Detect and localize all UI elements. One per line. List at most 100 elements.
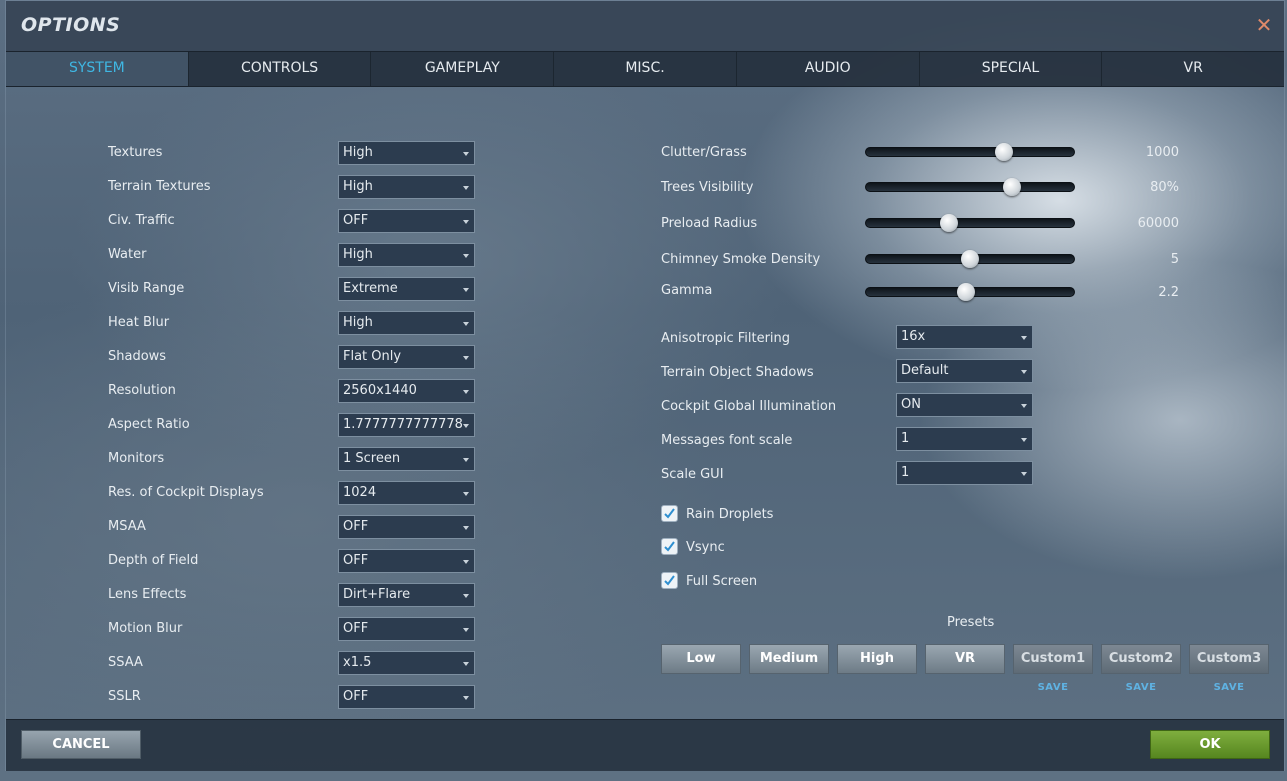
- checkbox-label: Full Screen: [686, 574, 758, 589]
- tab-gameplay[interactable]: GAMEPLAY: [371, 52, 555, 86]
- dropdown-value: 1: [901, 465, 910, 480]
- clutter-grass-slider[interactable]: [865, 143, 1075, 161]
- slider-track: [865, 218, 1075, 228]
- aspect-ratio-dropdown[interactable]: 1.7777777777778: [338, 413, 475, 437]
- setting-label: Civ. Traffic: [108, 213, 175, 228]
- anisotropic-dropdown[interactable]: 16x: [896, 325, 1033, 349]
- slider-knob[interactable]: [1003, 178, 1021, 196]
- chevron-down-icon: [1021, 336, 1027, 340]
- civ-traffic-dropdown[interactable]: OFF: [338, 209, 475, 233]
- dropdown-value: High: [343, 179, 373, 194]
- chevron-down-icon: [463, 254, 469, 258]
- setting-label: Textures: [108, 145, 163, 160]
- tab-system[interactable]: SYSTEM: [6, 52, 189, 86]
- dropdown-value: High: [343, 145, 373, 160]
- preset-custom1-button[interactable]: Custom1: [1013, 644, 1093, 674]
- save-custom2-link[interactable]: SAVE: [1101, 682, 1181, 693]
- lens-effects-dropdown[interactable]: Dirt+Flare: [338, 583, 475, 607]
- dropdown-value: Flat Only: [343, 349, 402, 364]
- checkmark-icon: [664, 575, 675, 586]
- chevron-down-icon: [1021, 472, 1027, 476]
- terrain-object-shadows-dropdown[interactable]: Default: [896, 359, 1033, 383]
- dropdown-value: ON: [901, 397, 921, 412]
- tab-vr[interactable]: VR: [1102, 52, 1284, 86]
- dropdown-value: 16x: [901, 329, 926, 344]
- setting-label: Shadows: [108, 349, 167, 364]
- preset-high-button[interactable]: High: [837, 644, 917, 674]
- cockpit-displays-dropdown[interactable]: 1024: [338, 481, 475, 505]
- dropdown-value: OFF: [343, 213, 369, 228]
- dropdown-value: OFF: [343, 553, 369, 568]
- tab-audio[interactable]: AUDIO: [737, 52, 920, 86]
- dropdown-value: Extreme: [343, 281, 398, 296]
- preset-custom3-button[interactable]: Custom3: [1189, 644, 1269, 674]
- setting-label: Lens Effects: [108, 587, 187, 602]
- textures-dropdown[interactable]: High: [338, 141, 475, 165]
- trees-visibility-slider[interactable]: [865, 178, 1075, 196]
- preset-custom2-button[interactable]: Custom2: [1101, 644, 1181, 674]
- chevron-down-icon: [463, 322, 469, 326]
- preset-vr-button[interactable]: VR: [925, 644, 1005, 674]
- cockpit-illumination-dropdown[interactable]: ON: [896, 393, 1033, 417]
- visib-range-dropdown[interactable]: Extreme: [338, 277, 475, 301]
- resolution-dropdown[interactable]: 2560x1440: [338, 379, 475, 403]
- chimney-smoke-slider[interactable]: [865, 250, 1075, 268]
- chevron-down-icon: [1021, 404, 1027, 408]
- footer-bar: CANCEL OK: [6, 719, 1284, 771]
- preload-radius-slider[interactable]: [865, 214, 1075, 232]
- cancel-button[interactable]: CANCEL: [21, 730, 141, 759]
- ok-button[interactable]: OK: [1150, 730, 1270, 759]
- slider-knob[interactable]: [994, 143, 1013, 161]
- slider-knob[interactable]: [940, 214, 958, 232]
- slider-value: 80%: [1150, 180, 1179, 195]
- sslr-dropdown[interactable]: OFF: [338, 685, 475, 709]
- chevron-down-icon: [463, 424, 469, 428]
- slider-value: 2.2: [1158, 285, 1179, 300]
- options-window: OPTIONS ✕ SYSTEM CONTROLS GAMEPLAY MISC.…: [5, 0, 1285, 771]
- slider-track: [865, 147, 1075, 157]
- save-custom3-link[interactable]: SAVE: [1189, 682, 1269, 693]
- messages-font-scale-dropdown[interactable]: 1: [896, 427, 1033, 451]
- dropdown-value: x1.5: [343, 655, 372, 670]
- preset-medium-button[interactable]: Medium: [749, 644, 829, 674]
- dropdown-value: High: [343, 247, 373, 262]
- gamma-slider[interactable]: [865, 283, 1075, 301]
- slider-label: Gamma: [661, 283, 713, 298]
- tab-special[interactable]: SPECIAL: [920, 52, 1103, 86]
- chevron-down-icon: [463, 220, 469, 224]
- motion-blur-dropdown[interactable]: OFF: [338, 617, 475, 641]
- heat-blur-dropdown[interactable]: High: [338, 311, 475, 335]
- shadows-dropdown[interactable]: Flat Only: [338, 345, 475, 369]
- rain-droplets-checkbox[interactable]: [661, 505, 678, 522]
- setting-label: Terrain Object Shadows: [661, 365, 814, 380]
- tab-misc[interactable]: MISC.: [554, 52, 737, 86]
- slider-knob[interactable]: [956, 283, 975, 301]
- slider-value: 1000: [1145, 145, 1179, 160]
- depth-of-field-dropdown[interactable]: OFF: [338, 549, 475, 573]
- checkmark-icon: [664, 508, 675, 519]
- dropdown-value: OFF: [343, 621, 369, 636]
- slider-label: Clutter/Grass: [661, 145, 747, 160]
- dropdown-value: 1: [901, 431, 910, 446]
- terrain-textures-dropdown[interactable]: High: [338, 175, 475, 199]
- tab-controls[interactable]: CONTROLS: [189, 52, 372, 86]
- save-custom1-link[interactable]: SAVE: [1013, 682, 1093, 693]
- setting-label: Resolution: [108, 383, 176, 398]
- vsync-checkbox[interactable]: [661, 538, 678, 555]
- full-screen-checkbox[interactable]: [661, 572, 678, 589]
- dropdown-value: High: [343, 315, 373, 330]
- slider-knob[interactable]: [961, 250, 979, 268]
- presets-title: Presets: [947, 615, 995, 630]
- setting-label: Depth of Field: [108, 553, 199, 568]
- chevron-down-icon: [463, 288, 469, 292]
- monitors-dropdown[interactable]: 1 Screen: [338, 447, 475, 471]
- preset-low-button[interactable]: Low: [661, 644, 741, 674]
- scale-gui-dropdown[interactable]: 1: [896, 461, 1033, 485]
- dropdown-value: OFF: [343, 519, 369, 534]
- setting-label: Cockpit Global Illumination: [661, 399, 837, 414]
- msaa-dropdown[interactable]: OFF: [338, 515, 475, 539]
- water-dropdown[interactable]: High: [338, 243, 475, 267]
- close-icon[interactable]: ✕: [1254, 14, 1274, 36]
- ssaa-dropdown[interactable]: x1.5: [338, 651, 475, 675]
- chevron-down-icon: [463, 152, 469, 156]
